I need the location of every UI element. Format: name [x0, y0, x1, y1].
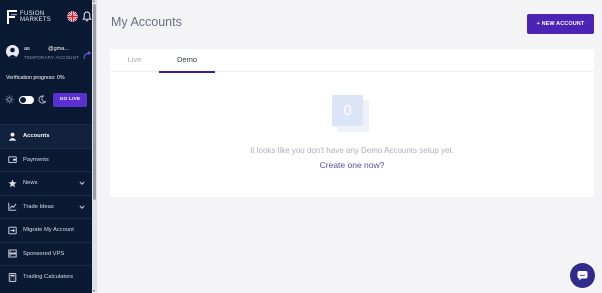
account-tabs: Live Demo	[110, 49, 594, 73]
user-email: @gma...	[48, 46, 69, 52]
accounts-panel: Live Demo 0 It looks like you don't have…	[110, 49, 594, 197]
user-profile[interactable]: as @gma... TEMPORARY ACCOUNT	[6, 44, 92, 64]
avatar-user-icon	[8, 47, 17, 58]
empty-state-illustration: 0	[332, 95, 374, 137]
chat-icon	[577, 271, 588, 281]
server-icon	[8, 249, 17, 258]
logo-line2: MARKETS	[20, 17, 52, 23]
fusion-logo-icon	[7, 10, 17, 24]
sun-icon	[5, 95, 14, 104]
tab-demo[interactable]: Demo	[159, 49, 215, 73]
sidebar-item-migrate-my-account[interactable]: Migrate My Account	[0, 218, 92, 242]
sidebar-scrollbar[interactable]	[92, 0, 97, 293]
uk-flag-icon[interactable]	[67, 11, 78, 22]
sidebar-item-label: Accounts	[23, 133, 50, 140]
sidebar-item-label: News	[23, 180, 38, 187]
sidebar-item-trade-ideas[interactable]: Trade Ideas	[0, 194, 92, 219]
sidebar-item-sponsored-vps[interactable]: Sponsored VPS	[0, 241, 92, 266]
scrollbar-thumb[interactable]	[93, 4, 96, 200]
sidebar-item-label: Migrate My Account	[23, 227, 74, 234]
scroll-up-arrow-icon[interactable]	[93, 0, 95, 2]
verification-progress: Verification progress: 0%	[6, 75, 65, 81]
wallet-icon	[8, 156, 17, 164]
go-live-button[interactable]: GO LIVE	[53, 93, 87, 107]
sidebar-item-label: Payments	[23, 156, 49, 163]
new-account-button[interactable]: + NEW ACCOUNT	[527, 14, 594, 34]
sidebar: FUSION MARKETS as @gma... TEMPORARY ACCO…	[0, 0, 92, 293]
account-status: TEMPORARY ACCOUNT	[24, 55, 79, 60]
chart-icon	[8, 203, 17, 211]
brand-logo[interactable]: FUSION MARKETS	[7, 9, 92, 25]
user-icon	[8, 132, 17, 141]
create-account-link[interactable]: Create one now?	[110, 160, 594, 170]
logo-text: FUSION MARKETS	[20, 11, 51, 23]
sidebar-item-news[interactable]: News	[0, 171, 92, 195]
empty-count: 0	[332, 95, 363, 126]
bell-icon[interactable]	[82, 11, 92, 22]
sidebar-item-accounts[interactable]: Accounts	[0, 124, 92, 148]
profile-link-icon[interactable]	[83, 51, 92, 60]
star-icon	[8, 179, 17, 187]
sidebar-item-payments[interactable]: Payments	[0, 147, 92, 172]
chat-button[interactable]	[570, 263, 595, 288]
moon-icon	[38, 95, 46, 104]
sidebar-item-label: Sponsored VPS	[23, 250, 65, 257]
empty-state-message: It looks like you don't have any Demo Ac…	[250, 146, 454, 155]
chevron-down-icon[interactable]	[79, 180, 85, 186]
avatar	[6, 45, 19, 58]
theme-controls: GO LIVE	[5, 93, 88, 107]
tab-live[interactable]: Live	[110, 49, 159, 72]
sidebar-item-label: Trade Ideas	[23, 203, 54, 210]
migrate-icon	[8, 226, 17, 234]
theme-toggle[interactable]	[19, 96, 34, 104]
sidebar-item-label: Trading Calculators	[23, 274, 74, 281]
user-name: as	[24, 46, 30, 52]
sidebar-nav: Accounts Payments News Trade Ideas Migra…	[0, 124, 92, 289]
sidebar-item-trading-calculators[interactable]: Trading Calculators	[0, 265, 92, 289]
calculator-icon	[8, 272, 17, 282]
chevron-down-icon[interactable]	[79, 204, 85, 210]
scroll-down-arrow-icon[interactable]	[93, 290, 95, 292]
page-title: My Accounts	[111, 15, 182, 29]
